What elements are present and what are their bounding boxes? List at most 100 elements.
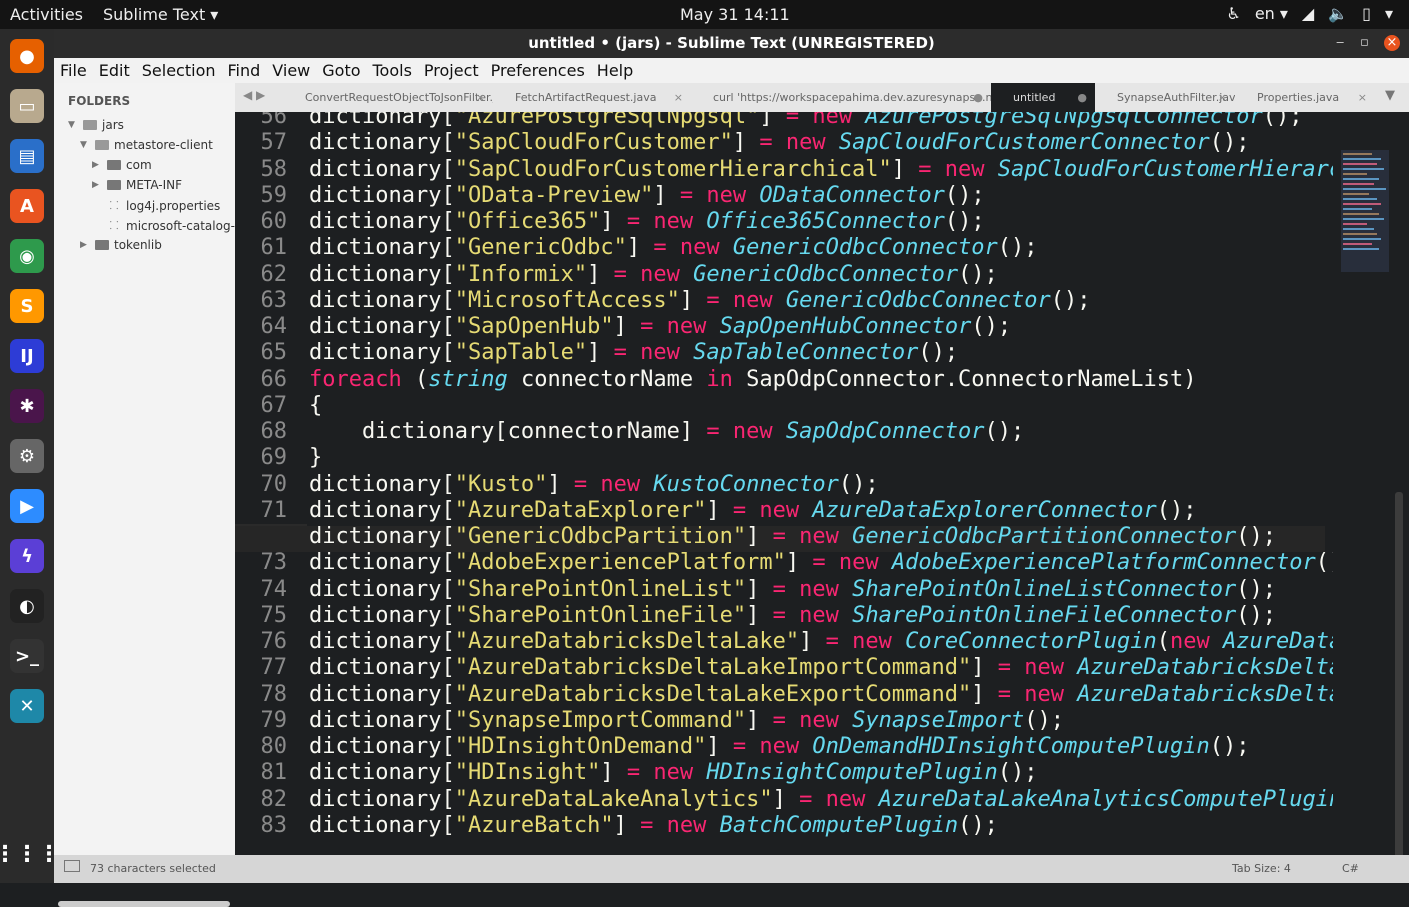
expanded-triangle-icon[interactable]: ▼ bbox=[68, 120, 78, 130]
system-tray[interactable]: ♿ en ▾ ◢ 🔈 ▯ ▾ bbox=[1226, 4, 1393, 23]
code-line[interactable]: dictionary["SharePointOnlineList"] = new… bbox=[309, 577, 1333, 602]
battery-icon[interactable]: ▯ bbox=[1362, 4, 1371, 23]
code-line[interactable]: dictionary["SapOpenHub"] = new SapOpenHu… bbox=[309, 314, 1333, 339]
maximize-icon[interactable]: ▫ bbox=[1360, 29, 1369, 57]
tab-4[interactable]: SynapseAuthFilter.java × bbox=[1095, 83, 1235, 112]
expanded-triangle-icon[interactable]: ▼ bbox=[80, 140, 90, 150]
menu-goto[interactable]: Goto bbox=[316, 58, 366, 83]
tab-2[interactable]: curl 'https://workspacepahima.dev.azures… bbox=[691, 83, 991, 112]
collapsed-triangle-icon[interactable]: ▶ bbox=[92, 160, 102, 170]
collapsed-triangle-icon[interactable]: ▶ bbox=[92, 180, 102, 190]
minimize-icon[interactable]: ‒ bbox=[1336, 29, 1344, 57]
code-line[interactable]: dictionary["GenericOdbc"] = new GenericO… bbox=[309, 235, 1333, 260]
code-line[interactable]: dictionary["SharePointOnlineFile"] = new… bbox=[309, 603, 1333, 628]
show-apps-icon[interactable]: ⋮⋮⋮ bbox=[0, 837, 60, 871]
tab-5[interactable]: Properties.java × bbox=[1235, 83, 1375, 112]
code-line[interactable]: dictionary["AzureDataLakeAnalytics"] = n… bbox=[309, 787, 1333, 812]
code-line[interactable]: dictionary["Kusto"] = new KustoConnector… bbox=[309, 472, 1333, 497]
unsaved-dot-icon[interactable]: ● bbox=[973, 83, 983, 112]
tab-close-icon[interactable]: × bbox=[476, 83, 485, 112]
menu-preferences[interactable]: Preferences bbox=[485, 58, 591, 83]
settings-icon[interactable]: ⚙ bbox=[10, 439, 44, 473]
wifi-icon[interactable]: ◢ bbox=[1302, 4, 1314, 23]
tab-close-icon[interactable]: × bbox=[1218, 83, 1227, 112]
tab-size-status[interactable]: Tab Size: 4 bbox=[1232, 862, 1291, 875]
collapsed-triangle-icon[interactable]: ▶ bbox=[80, 240, 90, 250]
app-menu[interactable]: Sublime Text ▾ bbox=[103, 5, 218, 24]
tab-0[interactable]: ConvertRequestObjectToJsonFilter.java× bbox=[283, 83, 493, 112]
menu-edit[interactable]: Edit bbox=[93, 58, 136, 83]
software-icon[interactable]: A bbox=[10, 189, 44, 223]
code-line[interactable]: dictionary["SapTable"] = new SapTableCon… bbox=[309, 340, 1333, 365]
code-line[interactable]: foreach (string connectorName in SapOdpC… bbox=[309, 367, 1333, 392]
code-line[interactable]: dictionary["AzureBatch"] = new BatchComp… bbox=[309, 813, 1333, 838]
clock[interactable]: May 31 14:11 bbox=[680, 5, 790, 24]
intellij-icon[interactable]: IJ bbox=[10, 339, 44, 373]
code-editor[interactable]: 5657585960616263646566676869707172737475… bbox=[235, 112, 1409, 874]
sidebar-scrollbar[interactable] bbox=[58, 901, 230, 907]
accessibility-icon[interactable]: ♿ bbox=[1226, 4, 1240, 23]
window-titlebar[interactable]: untitled • (jars) - Sublime Text (UNREGI… bbox=[54, 29, 1409, 58]
menu-view[interactable]: View bbox=[266, 58, 316, 83]
code-line[interactable]: dictionary["AzureDatabricksDeltaLakeExpo… bbox=[309, 682, 1333, 707]
code-line[interactable]: dictionary["AzurePostgreSqlNpgsql"] = ne… bbox=[309, 112, 1333, 129]
menu-file[interactable]: File bbox=[54, 58, 93, 83]
menu-tools[interactable]: Tools bbox=[367, 58, 418, 83]
writer-icon[interactable]: ▤ bbox=[10, 139, 44, 173]
tab-close-icon[interactable]: × bbox=[1358, 83, 1367, 112]
code-line[interactable]: dictionary["Informix"] = new GenericOdbc… bbox=[309, 262, 1333, 287]
menu-project[interactable]: Project bbox=[418, 58, 485, 83]
obs-icon[interactable]: ◐ bbox=[10, 589, 44, 623]
slack-icon[interactable]: ✱ bbox=[10, 389, 44, 423]
tree-item[interactable]: ▶ tokenlib bbox=[80, 238, 162, 252]
code-line[interactable]: dictionary["AdobeExperiencePlatform"] = … bbox=[309, 550, 1333, 575]
chrome-icon[interactable]: ◉ bbox=[10, 239, 44, 273]
tree-item[interactable]: ⸬ log4j.properties bbox=[92, 198, 220, 213]
files-icon[interactable]: ▭ bbox=[10, 89, 44, 123]
tab-overflow-chevron-icon[interactable]: ▼ bbox=[1385, 88, 1395, 103]
syntax-status[interactable]: C# bbox=[1342, 862, 1359, 875]
unsaved-dot-icon[interactable]: ● bbox=[1077, 83, 1087, 112]
code-line[interactable]: dictionary["AzureDatabricksDeltaLakeImpo… bbox=[309, 655, 1333, 680]
tab-nav-arrows-icon[interactable]: ◀ ▶ bbox=[243, 88, 265, 102]
code-line[interactable]: dictionary["AzureDataExplorer"] = new Az… bbox=[309, 498, 1333, 523]
code-line[interactable]: dictionary["SynapseImportCommand"] = new… bbox=[309, 708, 1333, 733]
code-line[interactable]: dictionary["MicrosoftAccess"] = new Gene… bbox=[309, 288, 1333, 313]
code-line[interactable]: dictionary["AzureDatabricksDeltaLake"] =… bbox=[309, 629, 1333, 654]
close-icon[interactable]: × bbox=[1384, 35, 1400, 51]
code-line[interactable]: dictionary["SapCloudForCustomer"] = new … bbox=[309, 130, 1333, 155]
tree-item[interactable]: ▼ metastore-client bbox=[80, 138, 213, 152]
vertical-scrollbar[interactable] bbox=[1395, 492, 1403, 862]
tab-1[interactable]: FetchArtifactRequest.java × bbox=[493, 83, 691, 112]
code-line[interactable]: dictionary["SapCloudForCustomerHierarchi… bbox=[309, 157, 1333, 182]
activities-button[interactable]: Activities bbox=[10, 5, 83, 24]
code-line[interactable]: dictionary[connectorName] = new SapOdpCo… bbox=[309, 419, 1333, 444]
menu-help[interactable]: Help bbox=[591, 58, 639, 83]
menu-selection[interactable]: Selection bbox=[136, 58, 222, 83]
code-line[interactable]: dictionary["HDInsight"] = new HDInsightC… bbox=[309, 760, 1333, 785]
code-line[interactable]: dictionary["Office365"] = new Office365C… bbox=[309, 209, 1333, 234]
system-menu-chevron-icon[interactable]: ▾ bbox=[1385, 4, 1393, 23]
minimap[interactable] bbox=[1341, 150, 1389, 272]
code-line[interactable]: } bbox=[309, 445, 1333, 470]
tree-item[interactable]: ▶ com bbox=[92, 158, 152, 172]
code-line[interactable]: dictionary["GenericOdbcPartition"] = new… bbox=[309, 524, 1333, 549]
code-line[interactable]: dictionary["OData-Preview"] = new ODataC… bbox=[309, 183, 1333, 208]
remote-icon[interactable]: ✕ bbox=[10, 689, 44, 723]
tree-item[interactable]: ▶ META-INF bbox=[92, 178, 182, 192]
sublime-icon[interactable]: S bbox=[10, 289, 44, 323]
thunder-icon[interactable]: ϟ bbox=[10, 539, 44, 573]
zoom-icon[interactable]: ▶ bbox=[10, 489, 44, 523]
terminal-icon[interactable]: >_ bbox=[10, 639, 44, 673]
lang-indicator[interactable]: en ▾ bbox=[1255, 4, 1288, 23]
code-line[interactable]: dictionary["HDInsightOnDemand"] = new On… bbox=[309, 734, 1333, 759]
tree-item[interactable]: ▼ jars bbox=[68, 118, 124, 132]
volume-icon[interactable]: 🔈 bbox=[1328, 4, 1348, 23]
menu-find[interactable]: Find bbox=[222, 58, 267, 83]
code-line[interactable]: { bbox=[309, 393, 1333, 418]
firefox-icon[interactable]: ● bbox=[10, 39, 44, 73]
panel-toggle-icon[interactable] bbox=[64, 860, 80, 872]
tab-close-icon[interactable]: × bbox=[674, 83, 683, 112]
tab-3[interactable]: untitled ● bbox=[991, 83, 1095, 112]
